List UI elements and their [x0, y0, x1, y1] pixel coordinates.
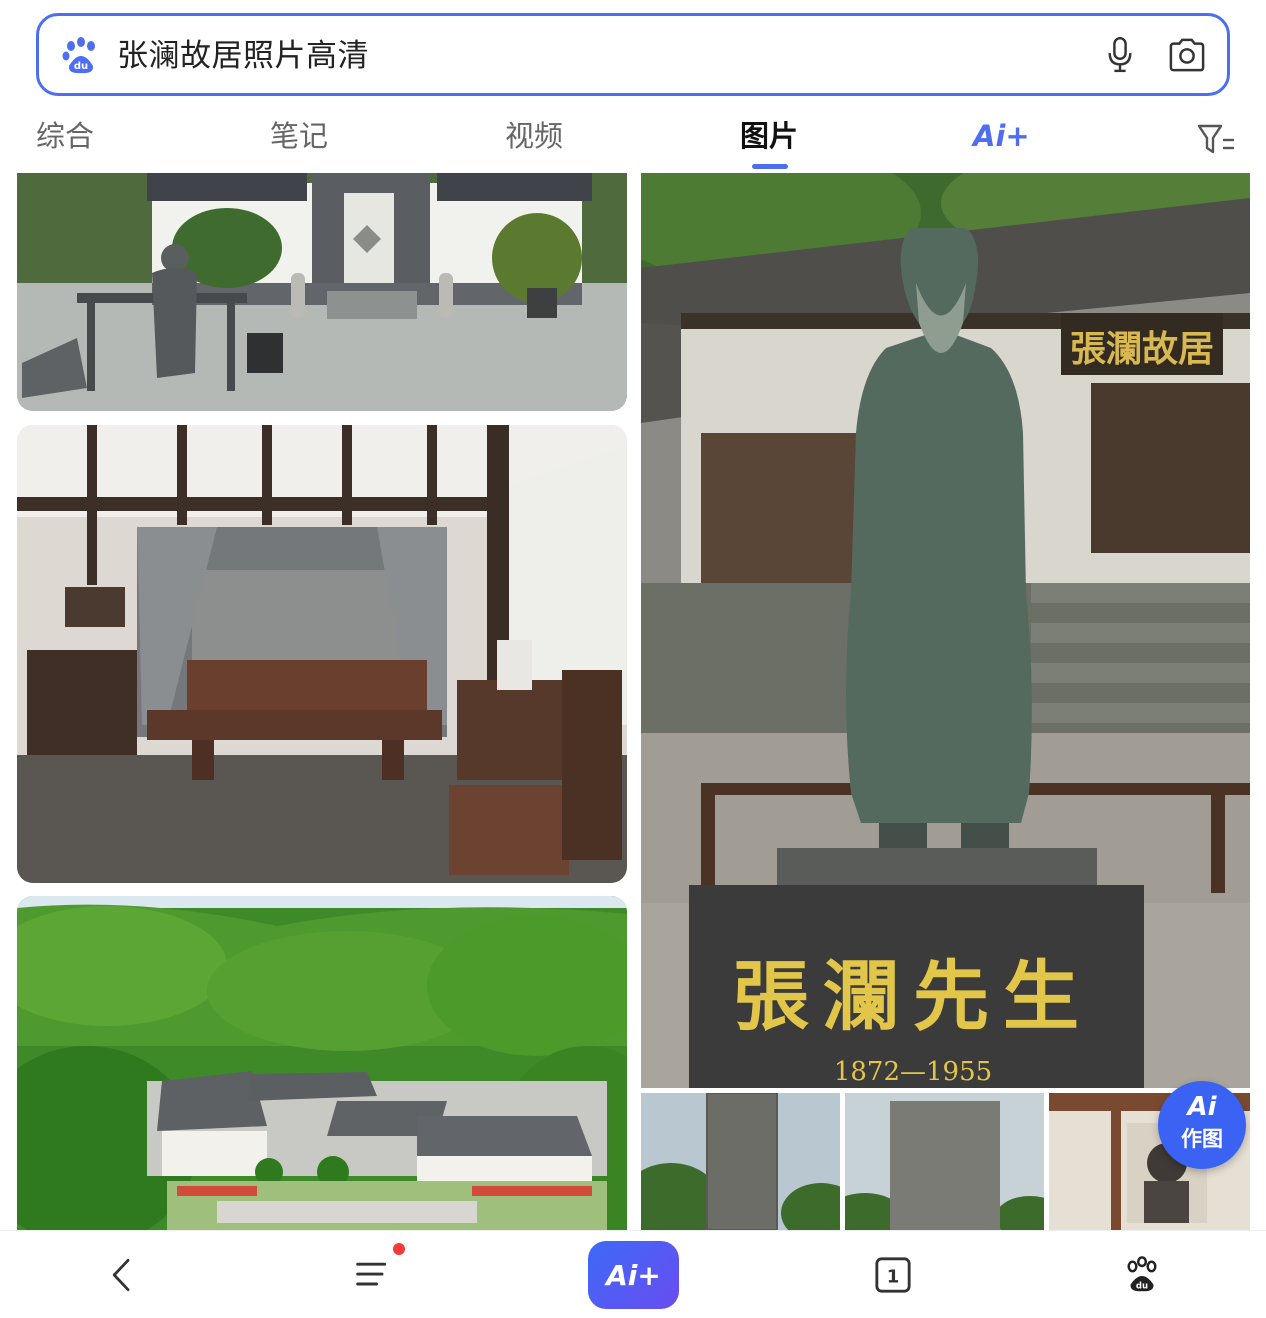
bottom-navigation: Ai+ 1 du — [0, 1230, 1266, 1318]
statue-years: 1872—1955 — [834, 1057, 992, 1087]
result-image-interior-bed[interactable] — [17, 425, 627, 883]
tabs-count: 1 — [887, 1267, 900, 1288]
ai-draw-button[interactable]: Ai 作图 — [1158, 1081, 1246, 1169]
statue-plaque: 張瀾先生 — [733, 952, 1093, 1041]
tab-images[interactable]: 图片 — [740, 118, 798, 154]
ai-assistant-button[interactable]: Ai+ — [588, 1241, 679, 1309]
tab-notes[interactable]: 笔记 — [270, 118, 328, 154]
category-tabs: 综合 笔记 视频 图片 Ai+ — [0, 108, 1266, 170]
notification-dot — [393, 1243, 405, 1255]
result-image-aerial-view[interactable] — [17, 896, 627, 1230]
menu-icon[interactable] — [345, 1249, 401, 1301]
tab-comprehensive[interactable]: 综合 — [36, 118, 94, 154]
filter-icon[interactable] — [1196, 122, 1236, 156]
result-image-stele-2[interactable] — [845, 1093, 1044, 1230]
back-arrow-icon[interactable] — [94, 1249, 150, 1301]
tabs-button[interactable]: 1 — [865, 1249, 921, 1301]
search-input[interactable]: 张澜故居照片高清 — [117, 36, 369, 76]
tab-videos[interactable]: 视频 — [505, 118, 563, 154]
house-sign: 張瀾故居 — [1070, 328, 1214, 370]
ai-draw-label-top: Ai — [1187, 1092, 1217, 1122]
microphone-icon[interactable] — [1097, 32, 1143, 78]
baidu-paw-icon[interactable]: du — [1114, 1249, 1170, 1301]
search-bar[interactable]: du 张澜故居照片高清 — [36, 13, 1230, 96]
tab-ai[interactable]: Ai+ — [973, 118, 1030, 154]
svg-text:du: du — [74, 61, 88, 72]
baidu-paw-icon[interactable]: du — [61, 36, 101, 76]
ai-draw-label-bottom: 作图 — [1181, 1127, 1223, 1151]
result-image-courtyard[interactable] — [17, 173, 627, 411]
result-image-stele-1[interactable] — [641, 1093, 840, 1230]
result-image-statue[interactable]: 張瀾故居 張瀾先生 1872—1955 — [641, 173, 1250, 1088]
svg-text:du: du — [1136, 1281, 1148, 1291]
active-tab-indicator — [752, 164, 788, 169]
camera-search-icon[interactable] — [1161, 32, 1213, 78]
search-results-page: du 张澜故居照片高清 综合 笔记 视频 图片 Ai+ 張瀾故居 張瀾先生 18… — [0, 0, 1266, 1318]
